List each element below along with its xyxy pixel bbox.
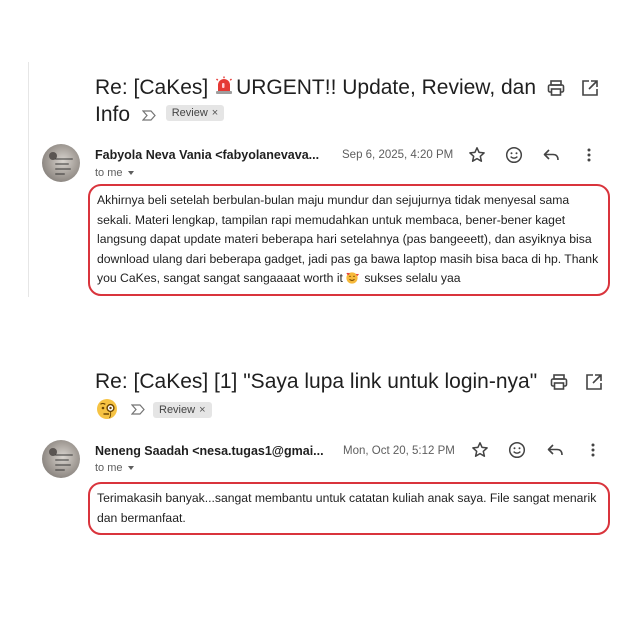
label-remove-icon[interactable]: × bbox=[212, 107, 218, 119]
subject-text-start: Re: [CaKes] bbox=[95, 76, 215, 99]
email-date: Mon, Oct 20, 5:12 PM bbox=[343, 445, 455, 457]
email-subject: Re: [CaKes] URGENT!! Update, Review, dan bbox=[95, 74, 536, 101]
avatar[interactable] bbox=[42, 144, 80, 182]
email-body: Akhirnya beli setelah berbulan-bulan maj… bbox=[88, 184, 610, 296]
more-vert-icon[interactable] bbox=[584, 441, 602, 459]
email-card-1: Re: [CaKes] URGENT!! Update, Review, dan… bbox=[0, 62, 640, 302]
star-icon[interactable] bbox=[471, 441, 489, 459]
email-date: Sep 6, 2025, 4:20 PM bbox=[342, 149, 454, 161]
open-in-new-icon[interactable] bbox=[584, 372, 604, 392]
email-body-text-end: sukses selalu yaa bbox=[360, 271, 461, 285]
recipient-text: to me bbox=[95, 462, 123, 474]
reply-icon[interactable] bbox=[546, 441, 564, 459]
email-subject: Re: [CaKes] [1] "Saya lupa link untuk lo… bbox=[95, 368, 537, 395]
smiling-face-with-hearts-emoji-icon bbox=[345, 271, 359, 284]
email-subject-line-2: Info Review × bbox=[95, 101, 225, 128]
email-body-text: Terimakasih banyak...sangat membantu unt… bbox=[97, 491, 597, 525]
sender-name[interactable]: Neneng Saadah <nesa.tugas1@gmai... bbox=[95, 444, 335, 458]
sender-name[interactable]: Fabyola Neva Vania <fabyolanevava... bbox=[95, 148, 335, 162]
siren-emoji-icon bbox=[214, 76, 234, 96]
emoji-reaction-icon[interactable] bbox=[505, 146, 523, 164]
card-edge bbox=[28, 62, 29, 297]
reply-icon[interactable] bbox=[542, 146, 560, 164]
print-icon[interactable] bbox=[546, 78, 566, 98]
email-body: Terimakasih banyak...sangat membantu unt… bbox=[88, 482, 610, 535]
label-chip-text: Review bbox=[159, 404, 196, 416]
label-chip-review[interactable]: Review × bbox=[165, 105, 225, 122]
chevron-down-icon[interactable] bbox=[127, 466, 134, 471]
avatar[interactable] bbox=[42, 440, 80, 478]
face-with-monocle-emoji-icon bbox=[95, 397, 119, 421]
important-marker-icon[interactable] bbox=[131, 404, 145, 415]
print-icon[interactable] bbox=[549, 372, 569, 392]
subject-text-line-2: Info bbox=[95, 103, 131, 126]
recipient-text: to me bbox=[95, 167, 123, 179]
email-card-2: Re: [CaKes] [1] "Saya lupa link untuk lo… bbox=[0, 360, 640, 550]
open-in-new-icon[interactable] bbox=[580, 78, 600, 98]
more-vert-icon[interactable] bbox=[580, 146, 598, 164]
subject-text: Re: [CaKes] [1] "Saya lupa link untuk lo… bbox=[95, 370, 538, 393]
label-chip-review[interactable]: Review × bbox=[153, 402, 212, 418]
emoji-reaction-icon[interactable] bbox=[508, 441, 526, 459]
chevron-down-icon[interactable] bbox=[127, 171, 134, 176]
star-icon[interactable] bbox=[468, 146, 486, 164]
recipient-line[interactable]: to me bbox=[95, 167, 134, 179]
important-marker-icon[interactable] bbox=[141, 110, 156, 121]
label-remove-icon[interactable]: × bbox=[199, 404, 205, 416]
subject-text-end: URGENT!! Update, Review, dan bbox=[236, 76, 537, 99]
recipient-line[interactable]: to me bbox=[95, 462, 134, 474]
label-chip-text: Review bbox=[171, 107, 208, 120]
